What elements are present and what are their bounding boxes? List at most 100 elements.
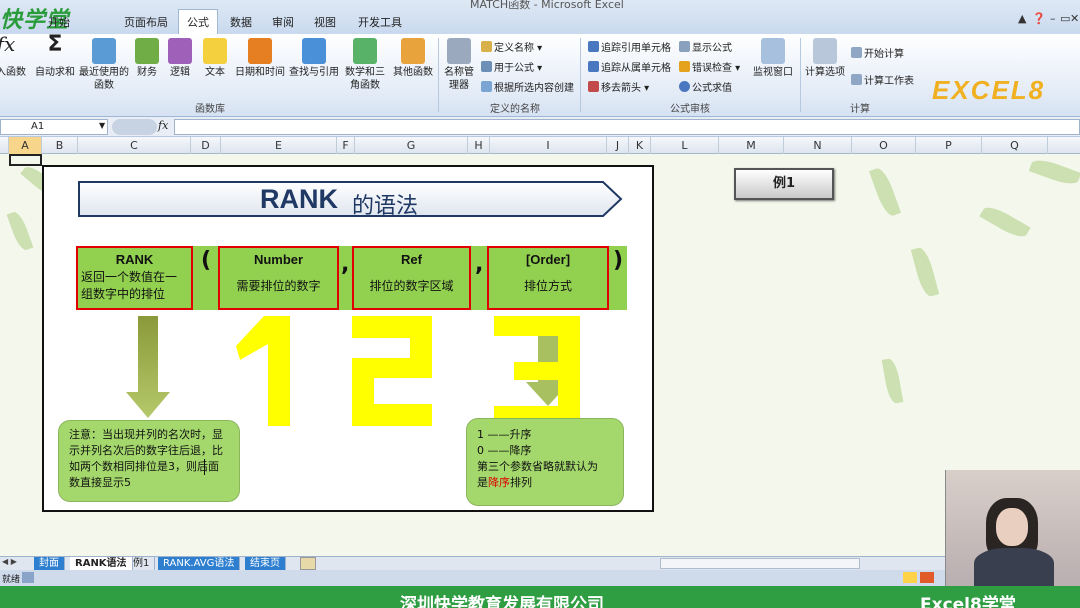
sheet-tab-rank-avg[interactable]: RANK.AVG语法: [158, 557, 241, 571]
trace-precedents-button[interactable]: 追踪引用单元格: [588, 39, 671, 54]
column-header[interactable]: P: [916, 137, 982, 154]
more-functions-button[interactable]: 其他函数: [392, 38, 434, 79]
column-header[interactable]: C: [78, 137, 191, 154]
tab-home[interactable]: 开始: [40, 10, 78, 32]
sheet-tab-example1[interactable]: 例1: [128, 557, 156, 571]
macro-record-icon[interactable]: [22, 572, 34, 583]
math-trig-button[interactable]: 数学和三角函数: [342, 38, 388, 92]
logical-button[interactable]: 逻辑: [166, 38, 194, 79]
column-header[interactable]: N: [784, 137, 852, 154]
column-header[interactable]: M: [719, 137, 784, 154]
normal-view-icon[interactable]: [903, 572, 917, 583]
column-header[interactable]: E: [221, 137, 337, 154]
example1-button[interactable]: 例1: [734, 168, 834, 200]
tab-formulas[interactable]: 公式: [178, 9, 218, 34]
use-in-formula-button[interactable]: 用于公式 ▾: [481, 59, 542, 74]
syntax-box-ref: Ref 排位的数字区域: [352, 246, 471, 310]
syntax-box-desc: 返回一个数值在一组数字中的排位: [81, 270, 178, 301]
tab-view[interactable]: 视图: [306, 10, 344, 32]
syntax-box-title: Ref: [401, 252, 422, 267]
excel8-logo: EXCEL8: [932, 75, 1046, 105]
willow-leaf-decoration: [979, 202, 1031, 242]
open-paren: (: [201, 248, 212, 273]
column-header[interactable]: F: [337, 137, 355, 154]
text-button[interactable]: 文本: [201, 38, 229, 79]
restore-icon[interactable]: ▭: [1060, 12, 1070, 25]
horizontal-scrollbar[interactable]: [660, 558, 860, 569]
show-formulas-button[interactable]: 显示公式: [679, 39, 732, 54]
calculate-now-button[interactable]: 开始计算: [851, 45, 904, 60]
evaluate-icon: [679, 81, 690, 92]
column-header[interactable]: I: [490, 137, 607, 154]
create-from-selection-button[interactable]: 根据所选内容创建: [481, 79, 574, 94]
theta-book-icon: [353, 38, 377, 64]
sigma-icon: Σ: [47, 32, 63, 57]
column-header[interactable]: L: [651, 137, 719, 154]
insert-sheet-icon[interactable]: [300, 557, 316, 570]
selected-cell-a1[interactable]: [9, 154, 42, 166]
tab-review[interactable]: 审阅: [264, 10, 302, 32]
name-manager-icon: [447, 38, 471, 64]
trace-arrow-icon: [588, 41, 599, 52]
calculation-options-button[interactable]: 计算选项: [803, 38, 847, 79]
define-name-button[interactable]: 定义名称 ▾: [481, 39, 542, 54]
minimize-ribbon-icon[interactable]: ▲: [1018, 12, 1026, 25]
column-header[interactable]: J: [607, 137, 629, 154]
willow-leaf-decoration: [1028, 155, 1080, 189]
column-header[interactable]: A: [9, 137, 42, 154]
column-header[interactable]: H: [468, 137, 490, 154]
sheet-tab-rank-syntax[interactable]: RANK语法: [70, 557, 133, 571]
column-header[interactable]: Q: [982, 137, 1048, 154]
note-line: 1 ——升序: [477, 428, 532, 441]
note-tie-ranking: 注意：当出现并列的名次时，显示并列名次后的数字往后退，比如两个数相同排位是3，则…: [58, 420, 240, 502]
slide-title-suffix: 的语法: [352, 194, 419, 219]
chevron-down-icon[interactable]: ▼: [99, 121, 105, 130]
highlight-descending: 降序: [488, 476, 510, 489]
note-order-values: 1 ——升序 0 ——降序 第三个参数省略就默认为 是降序排列: [466, 418, 624, 506]
close-icon[interactable]: ✕: [1070, 12, 1079, 25]
syntax-box-desc: 排位方式: [523, 279, 572, 293]
tab-scroll-arrows[interactable]: ◀ ▶: [2, 557, 17, 566]
date-time-button[interactable]: 日期和时间: [234, 38, 286, 79]
group-label-formula-auditing: 公式审核: [670, 104, 710, 115]
name-manager-button[interactable]: 名称管理器: [441, 38, 477, 92]
remove-arrows-button[interactable]: 移去箭头 ▾: [588, 79, 649, 94]
sheet-tab-bar: ◀ ▶ 封面 RANK语法 例1 RANK.AVG语法 结束页: [0, 556, 1080, 571]
recent-functions-button[interactable]: 最近使用的函数: [78, 38, 130, 92]
tab-page-layout[interactable]: 页面布局: [116, 10, 176, 32]
column-header[interactable]: D: [191, 137, 221, 154]
column-header[interactable]: K: [629, 137, 651, 154]
group-separator: [438, 38, 439, 112]
help-icon[interactable]: ❓: [1032, 12, 1046, 25]
group-label-calculation: 计算: [850, 104, 870, 115]
name-box[interactable]: A1: [0, 119, 108, 135]
minimize-icon[interactable]: –: [1050, 12, 1056, 25]
tab-data[interactable]: 数据: [222, 10, 260, 32]
calculate-sheet-button[interactable]: 计算工作表: [851, 72, 914, 87]
financial-button[interactable]: 财务: [133, 38, 161, 79]
number-1: [236, 316, 290, 426]
tab-developer[interactable]: 开发工具: [350, 10, 410, 32]
column-header[interactable]: O: [852, 137, 916, 154]
formula-bar-splitter[interactable]: [112, 119, 157, 135]
warning-icon: [679, 61, 690, 72]
sheet-tab-end[interactable]: 结束页: [245, 557, 286, 571]
syntax-box-order: [Order] 排位方式: [487, 246, 609, 310]
lookup-reference-button[interactable]: 查找与引用: [288, 38, 340, 79]
evaluate-formula-button[interactable]: 公式求值: [679, 79, 732, 94]
column-header[interactable]: B: [42, 137, 78, 154]
page-layout-view-icon[interactable]: [920, 572, 934, 583]
error-checking-button[interactable]: 错误检查 ▾: [679, 59, 740, 74]
select-all-corner[interactable]: [0, 137, 9, 154]
sheet-tab-cover[interactable]: 封面: [34, 557, 65, 571]
watch-window-button[interactable]: 监视窗口: [750, 38, 796, 79]
autosum-button[interactable]: Σ 自动求和: [34, 32, 76, 79]
formula-input[interactable]: [174, 119, 1080, 135]
trace-dependents-button[interactable]: 追踪从属单元格: [588, 59, 671, 74]
column-header[interactable]: G: [355, 137, 468, 154]
insert-function-button[interactable]: fx 插入函数: [0, 34, 26, 79]
insert-function-icon[interactable]: fx: [158, 119, 168, 132]
show-formulas-icon: [679, 41, 690, 52]
fx-small-icon: [481, 61, 492, 72]
syntax-box-rank: RANK 返回一个数值在一组数字中的排位: [76, 246, 193, 310]
